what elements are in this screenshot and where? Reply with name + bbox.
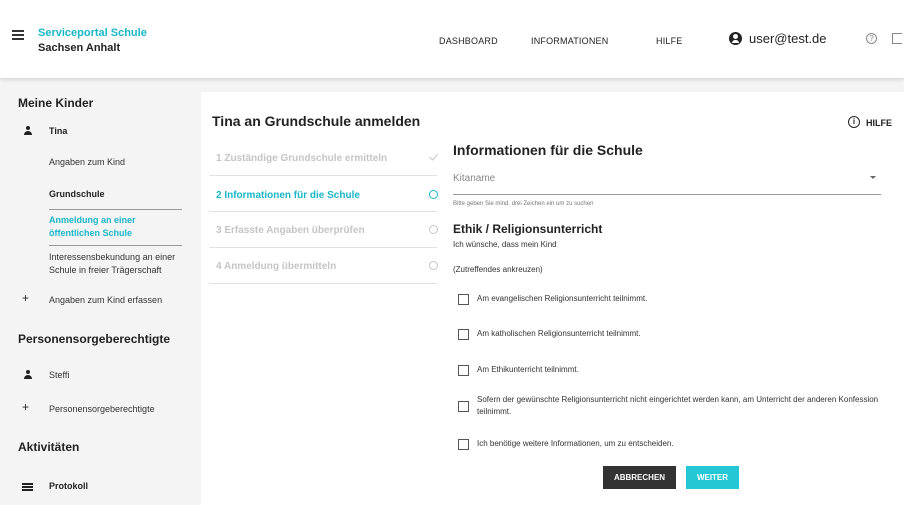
option-weitere-info[interactable]: Ich benötige weitere Informationen, um z… (458, 438, 888, 450)
sidebar-item-angaben[interactable]: Angaben zum Kind (49, 156, 125, 169)
step-4[interactable]: 4 Anmeldung übermitteln (216, 261, 438, 272)
user-email: user@test.de (749, 31, 827, 46)
sidebar-heading-pers: Personensorgeberechtigte (18, 332, 171, 346)
sidebar-divider (49, 245, 182, 246)
step-divider (209, 211, 437, 212)
app-header: Serviceportal Schule Sachsen Anhalt DASH… (0, 0, 904, 78)
option-katholisch[interactable]: Am katholischen Religionsunterricht teil… (458, 328, 888, 340)
list-icon (22, 483, 33, 491)
sidebar-item-add-child[interactable]: Angaben zum Kind erfassen (49, 294, 162, 307)
checkbox[interactable] (458, 438, 469, 450)
chevron-down-icon[interactable] (870, 176, 876, 179)
page-title: Tina an Grundschule anmelden (212, 113, 421, 129)
option-evangelisch[interactable]: Am evangelischen Religionsunterricht tei… (458, 293, 888, 305)
ethik-title: Ethik / Religionsunterricht (453, 222, 603, 236)
checkbox[interactable] (458, 400, 469, 412)
nav-hilfe[interactable]: HILFE (656, 36, 683, 46)
check-icon (429, 151, 438, 161)
brand-title[interactable]: Serviceportal Schule (38, 27, 147, 39)
user-menu[interactable]: user@test.de (729, 31, 827, 46)
brand-subtitle: Sachsen Anhalt (38, 42, 121, 54)
step-active-circle-icon (429, 190, 438, 199)
step-2-label: 2 Informationen für die Schule (216, 190, 360, 201)
step-3[interactable]: 3 Erfasste Angaben überprüfen (216, 225, 438, 236)
checkbox[interactable] (458, 293, 469, 305)
kita-hint: Bitte geben Sie mind. drei Zeichen ein u… (453, 201, 594, 207)
option-label: Am evangelischen Religionsunterricht tei… (477, 294, 648, 303)
cancel-button[interactable]: ABBRECHEN (603, 466, 676, 489)
nav-dashboard[interactable]: DASHBOARD (439, 36, 498, 46)
checkbox[interactable] (458, 364, 469, 376)
step-divider (209, 283, 437, 284)
sidebar-item-interesse-line1: Interessensbekundung an einer (49, 252, 176, 262)
ethik-instruction: (Zutreffendes ankreuzen) (453, 265, 543, 274)
sidebar-item-anmeldung-line2: öffentlichen Schule (49, 228, 133, 238)
sidebar-item-tina[interactable]: Tina (49, 125, 67, 138)
help-icon[interactable]: ? (866, 33, 877, 44)
info-icon[interactable]: i (848, 116, 860, 128)
step-2[interactable]: 2 Informationen für die Schule (216, 190, 438, 201)
person-icon (23, 126, 33, 136)
sidebar-item-interesse-line2: Schule in freier Trägerschaft (49, 265, 162, 275)
plus-icon: + (22, 400, 30, 414)
step-divider (209, 175, 437, 176)
kita-select[interactable] (453, 168, 881, 195)
ethik-intro: Ich wünsche, dass mein Kind (453, 240, 557, 249)
account-icon (729, 32, 742, 45)
next-button[interactable]: WEITER (686, 466, 739, 489)
hamburger-menu-icon[interactable] (12, 30, 24, 40)
step-divider (209, 247, 437, 248)
sidebar-item-interesse[interactable]: Interessensbekundung an einer Schule in … (49, 251, 175, 277)
option-andere-konfession[interactable]: Sofern der gewünschte Religionsunterrich… (458, 394, 888, 418)
option-ethik[interactable]: Am Ethikunterricht teilnimmt. (458, 364, 888, 376)
sidebar-item-add-pers[interactable]: Personensorgeberechtigte (49, 403, 155, 416)
step-1-label: 1 Zuständige Grundschule ermitteln (216, 153, 388, 164)
sidebar-item-grundschule[interactable]: Grundschule (49, 188, 105, 201)
option-label: Ich benötige weitere Informationen, um z… (477, 439, 674, 448)
sidebar-item-anmeldung[interactable]: Anmeldung an einer öffentlichen Schule (49, 214, 136, 240)
step-1[interactable]: 1 Zuständige Grundschule ermitteln (216, 151, 438, 164)
checkbox[interactable] (458, 328, 469, 340)
logout-icon[interactable] (892, 33, 902, 44)
step-3-label: 3 Erfasste Angaben überprüfen (216, 225, 365, 236)
step-circle-icon (429, 261, 438, 270)
sidebar-item-steffi[interactable]: Steffi (49, 369, 69, 382)
option-label: Sofern der gewünschte Religionsunterrich… (477, 395, 879, 416)
nav-informationen[interactable]: INFORMATIONEN (531, 36, 608, 46)
option-label: Am Ethikunterricht teilnimmt. (477, 365, 579, 374)
plus-icon: + (22, 291, 30, 305)
help-link[interactable]: HILFE (866, 118, 892, 128)
person-icon (23, 370, 33, 380)
kita-input[interactable] (453, 170, 853, 184)
sidebar-heading-kinder: Meine Kinder (18, 96, 94, 110)
section-title: Informationen für die Schule (453, 142, 643, 158)
sidebar-item-anmeldung-line1: Anmeldung an einer (49, 215, 136, 225)
sidebar-divider (49, 209, 182, 210)
step-4-label: 4 Anmeldung übermitteln (216, 261, 337, 272)
option-label: Am katholischen Religionsunterricht teil… (477, 329, 641, 338)
step-circle-icon (429, 225, 438, 234)
sidebar-heading-akt: Aktivitäten (18, 440, 80, 454)
sidebar-item-protokoll[interactable]: Protokoll (49, 480, 88, 493)
